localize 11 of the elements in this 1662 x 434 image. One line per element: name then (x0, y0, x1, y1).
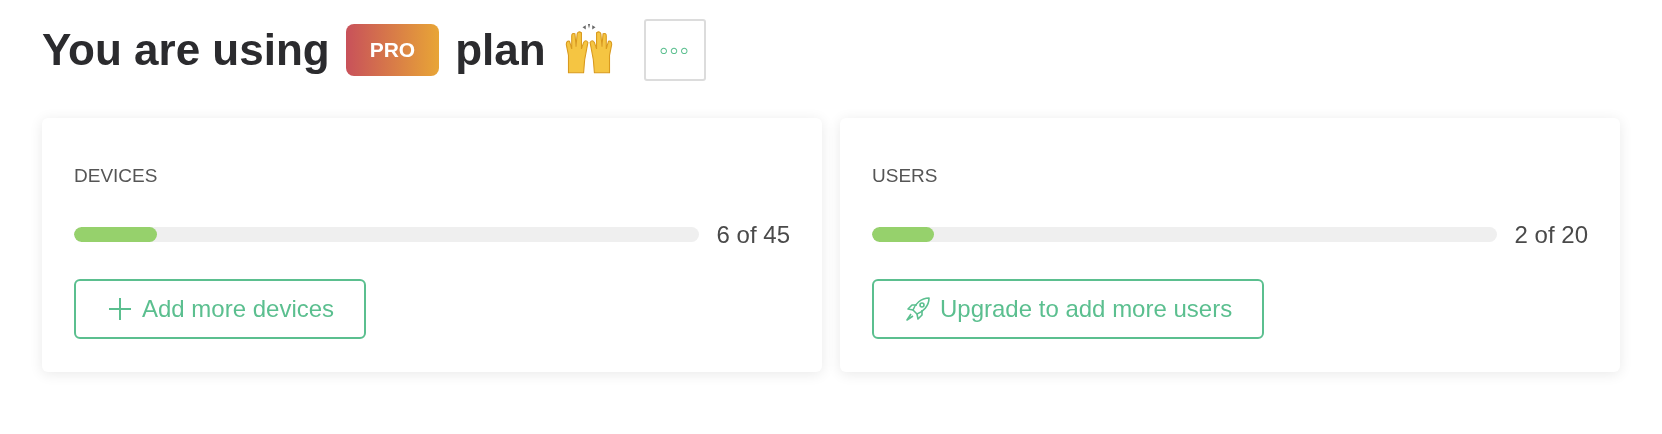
rocket-icon (904, 294, 932, 323)
heading-text: plan (455, 28, 546, 72)
upgrade-button[interactable]: Upgrade to add more users (872, 278, 1265, 339)
usage-count: 6 of 45 (716, 219, 790, 250)
add-button[interactable]: Add more devices (74, 278, 367, 339)
usage-count: 2 of 20 (1514, 219, 1588, 250)
card-title: USERS (872, 164, 938, 188)
card-title: DEVICES (74, 164, 158, 188)
heading-text: You are using (42, 28, 330, 72)
more-button[interactable]: ◦◦◦ (643, 19, 706, 81)
plan-badge: PRO (345, 24, 440, 76)
